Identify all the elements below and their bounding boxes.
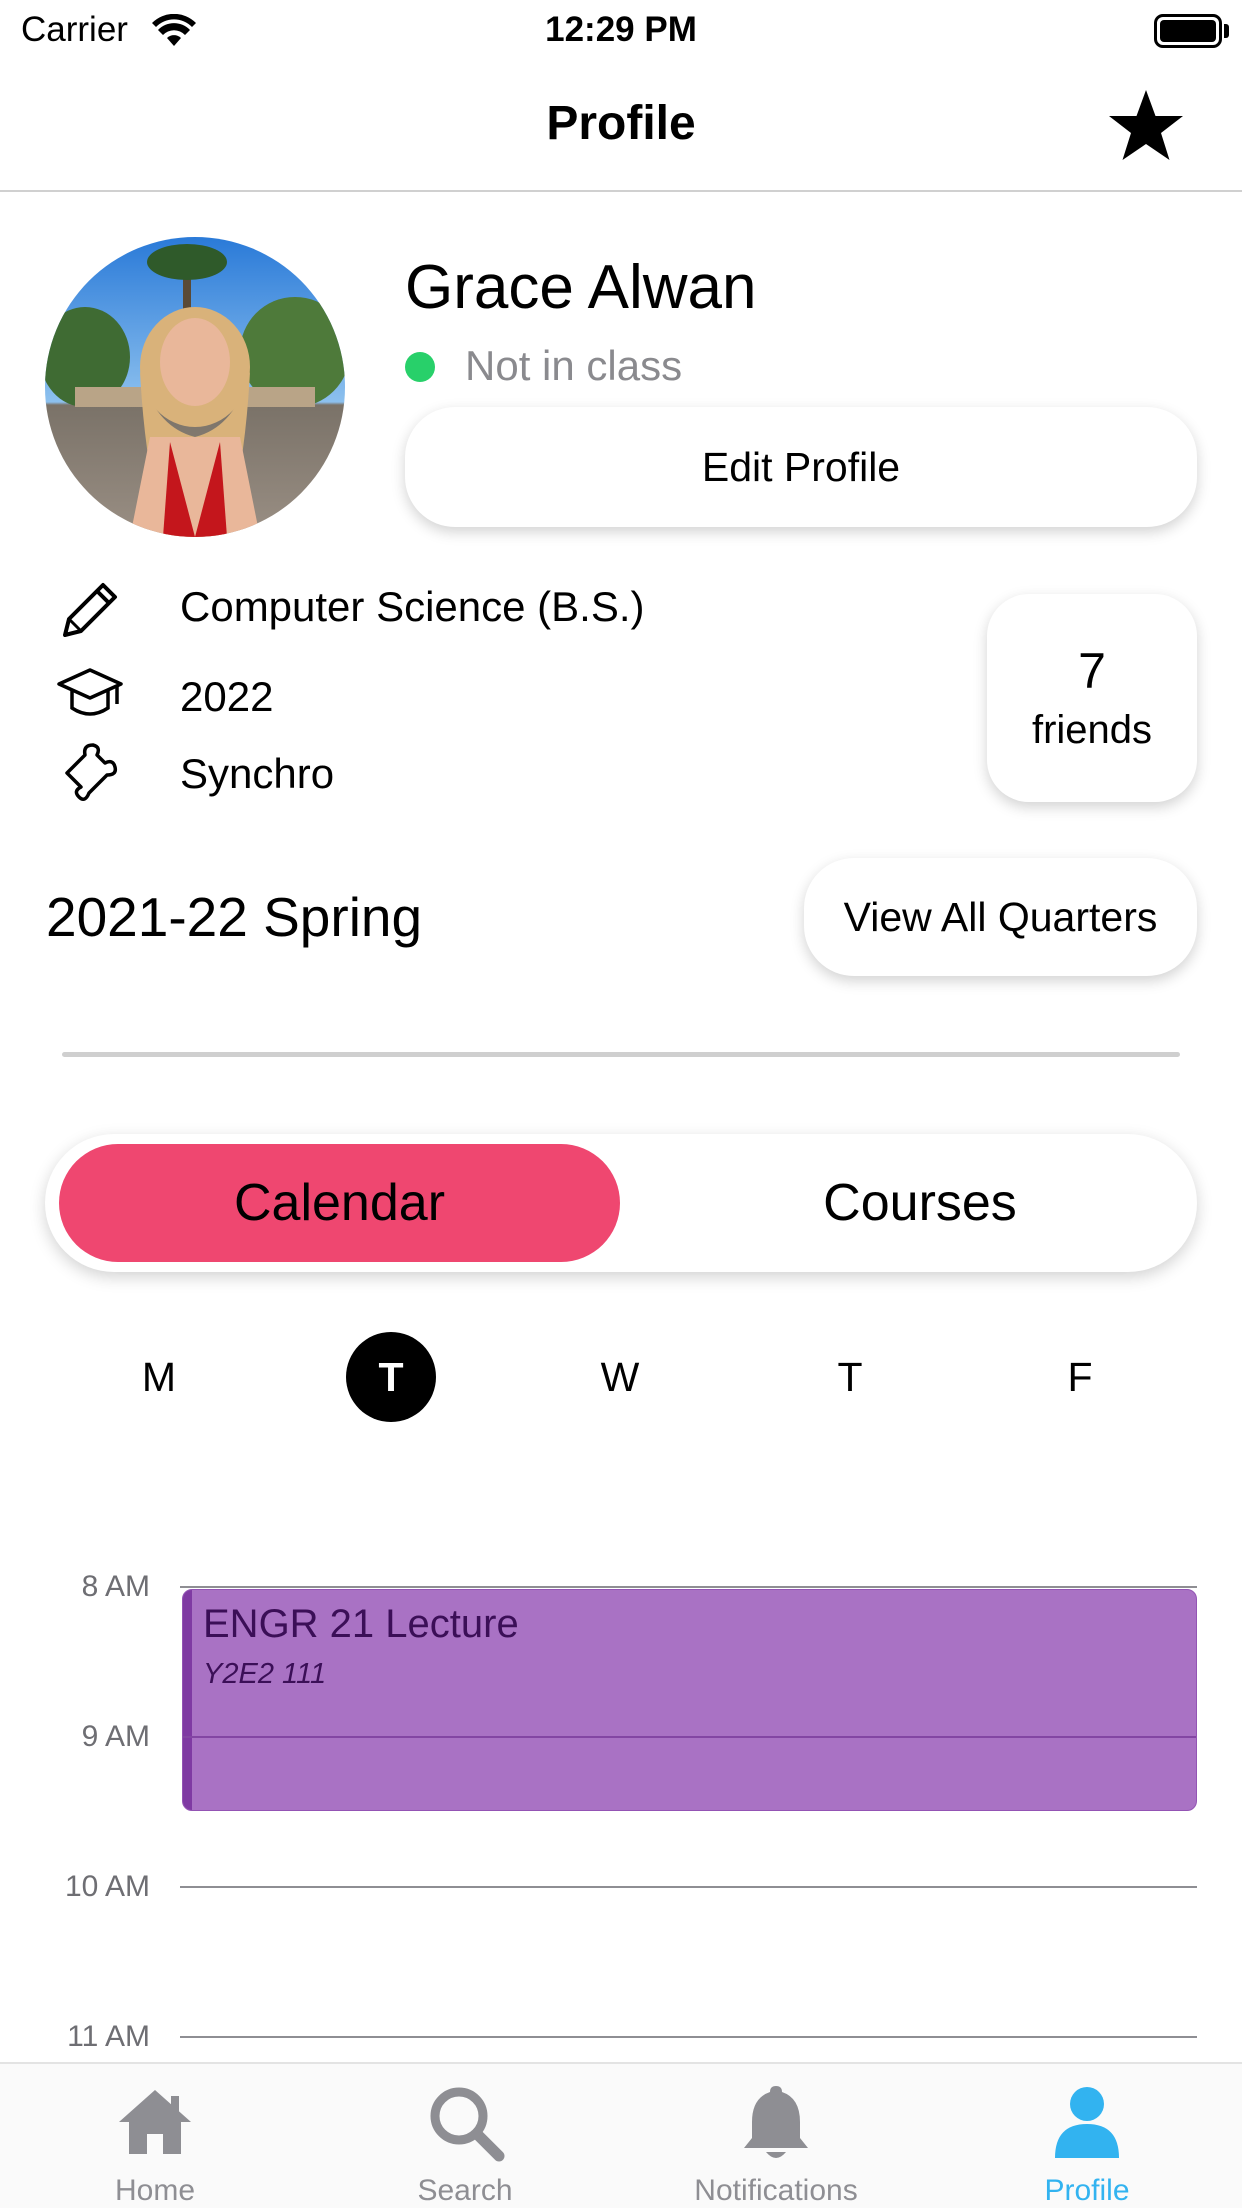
search-icon — [430, 2087, 505, 2162]
hour-label: 10 AM — [64, 1870, 150, 1903]
hour-label: 8 AM — [81, 1570, 150, 1603]
hour-label: 11 AM — [67, 2020, 150, 2053]
page-title: Profile — [546, 97, 696, 150]
profile-name: Grace Alwan — [405, 253, 757, 322]
tab-search[interactable]: Search — [310, 2064, 620, 2208]
section-divider — [62, 1052, 1180, 1057]
hour-line — [180, 2036, 1197, 2038]
tab-label: Search — [417, 2174, 513, 2207]
term-title: 2021-22 Spring — [46, 886, 423, 948]
activity-text: Synchro — [180, 750, 335, 797]
home-icon — [119, 2090, 191, 2154]
edit-profile-button[interactable]: Edit Profile — [405, 407, 1197, 527]
person-icon — [1055, 2087, 1119, 2158]
tab-profile[interactable]: Profile — [932, 2064, 1242, 2208]
calendar-event[interactable]: ENGR 21 Lecture Y2E2 111 — [182, 1589, 1197, 1811]
hour-line — [180, 1586, 1197, 1588]
wifi-icon — [152, 13, 196, 53]
day-monday[interactable]: M — [114, 1332, 204, 1422]
battery-nub — [1224, 24, 1229, 38]
carrier-label: Carrier — [21, 10, 128, 49]
bell-icon — [744, 2086, 808, 2158]
class-year-text: 2022 — [180, 673, 274, 720]
calendar-tab[interactable]: Calendar — [59, 1144, 620, 1262]
friends-count: 7 — [1078, 643, 1106, 699]
hour-line — [180, 1886, 1197, 1888]
major-text: Computer Science (B.S.) — [180, 583, 645, 630]
favorite-button[interactable] — [1106, 86, 1186, 166]
tab-home[interactable]: Home — [0, 2064, 310, 2208]
pencil-icon — [55, 575, 125, 645]
tab-notifications[interactable]: Notifications — [621, 2064, 931, 2208]
courses-tab[interactable]: Courses — [655, 1144, 1185, 1262]
hour-line — [183, 1736, 1196, 1738]
hour-label: 9 AM — [81, 1720, 150, 1753]
tab-label: Home — [114, 2174, 196, 2207]
tab-bar: Home Search Notifications Profile — [0, 2062, 1242, 2208]
tab-label: Profile — [1044, 2174, 1130, 2207]
view-all-quarters-button[interactable]: View All Quarters — [804, 858, 1197, 976]
day-friday[interactable]: F — [1035, 1332, 1125, 1422]
nav-divider — [0, 190, 1242, 192]
view-segmented-control: Calendar Courses — [45, 1134, 1197, 1272]
tab-label: Notifications — [694, 2174, 858, 2207]
day-thursday[interactable]: T — [805, 1332, 895, 1422]
star-icon — [1109, 90, 1183, 160]
event-color-bar — [183, 1590, 192, 1810]
puzzle-icon — [55, 735, 125, 805]
friends-label: friends — [1031, 708, 1153, 752]
friends-button[interactable]: 7 friends — [987, 594, 1197, 802]
avatar — [45, 237, 345, 537]
status-indicator — [405, 352, 435, 382]
event-title: ENGR 21 Lecture — [203, 1602, 519, 1646]
day-wednesday[interactable]: W — [575, 1332, 665, 1422]
battery-icon — [1154, 14, 1222, 48]
status-text: Not in class — [465, 342, 683, 389]
graduation-cap-icon — [55, 660, 125, 730]
event-location: Y2E2 111 — [203, 1658, 327, 1690]
day-tuesday[interactable]: T — [346, 1332, 436, 1422]
